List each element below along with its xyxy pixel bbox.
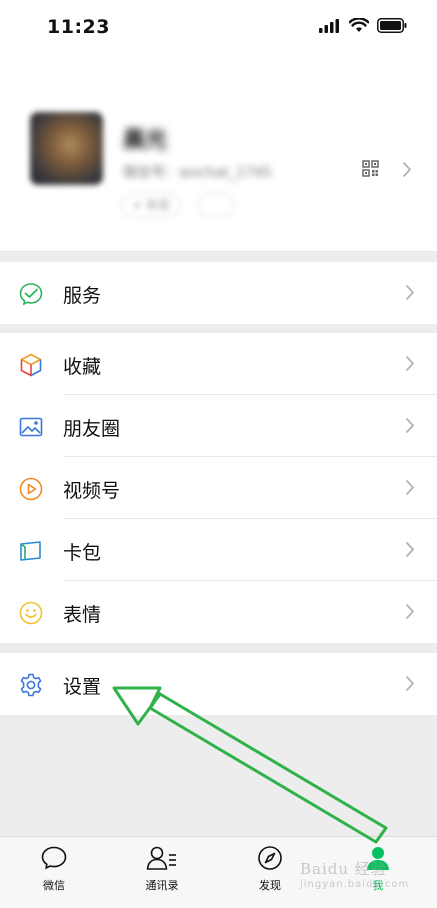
favorites-cube-icon [18,352,44,378]
menu-item-label: 设置 [63,676,102,698]
chevron-right-icon [405,479,415,496]
chat-icon [41,846,67,870]
menu-item-settings[interactable]: 设置 [0,653,437,715]
chevron-right-icon [405,675,415,692]
battery-icon [377,18,407,33]
chevron-right-icon [405,417,415,434]
menu-item-stickers[interactable]: 表情 [0,581,437,643]
menu-item-cards[interactable]: 卡包 [0,519,437,581]
chevron-right-icon [405,541,415,558]
status-bar: 11:23 [0,0,437,56]
status-time: 11:23 [47,16,110,38]
menu-group-main: 收藏 朋友圈 视频号 卡包 表情 [0,333,437,643]
status-icons [319,18,407,33]
chevron-right-icon [405,603,415,620]
wifi-icon [349,18,369,32]
services-icon [18,281,44,307]
menu-item-label: 表情 [63,604,102,626]
avatar[interactable] [30,112,103,185]
menu-item-label: 视频号 [63,480,121,502]
cellular-signal-icon [319,18,339,33]
menu-item-favorites[interactable]: 收藏 [0,333,437,395]
gear-icon [18,672,44,698]
card-wallet-icon [18,538,44,564]
tab-label: 通讯录 [145,879,179,892]
tab-label: 发现 [259,879,281,892]
contacts-icon [146,846,176,870]
moments-picture-icon [18,414,44,440]
qr-code-icon[interactable] [362,160,379,177]
watermark-text: Baidu 经验 [300,860,387,878]
menu-item-label: 朋友圈 [63,418,121,440]
status-extra-button[interactable] [198,193,234,217]
smiley-icon [18,600,44,626]
menu-group-services: 服务 [0,262,437,324]
chevron-right-icon [402,161,412,178]
profile-header[interactable]: 晨光 微信号：wxchat_1745 + 状态 [0,56,437,252]
tab-chats[interactable]: 微信 [19,845,89,893]
profile-wechat-id: 微信号：wxchat_1745 [123,165,272,181]
tab-label: 微信 [43,879,65,892]
menu-item-moments[interactable]: 朋友圈 [0,395,437,457]
menu-group-settings: 设置 [0,653,437,715]
menu-item-label: 服务 [63,285,102,307]
tab-discover[interactable]: 发现 [235,845,305,893]
profile-nickname: 晨光 [123,128,168,153]
watermark-subtext: jingyan.baidu.com [300,879,410,890]
compass-icon [258,846,282,870]
menu-item-label: 收藏 [63,356,102,378]
chevron-right-icon [405,284,415,301]
channels-play-icon [18,476,44,502]
menu-item-channels[interactable]: 视频号 [0,457,437,519]
chevron-right-icon [405,355,415,372]
status-button[interactable]: + 状态 [121,193,181,217]
watermark: Baidu 经验 jingyan.baidu.com [300,858,409,890]
tab-contacts[interactable]: 通讯录 [127,845,197,893]
menu-item-label: 卡包 [63,542,102,564]
menu-item-services[interactable]: 服务 [0,262,437,324]
